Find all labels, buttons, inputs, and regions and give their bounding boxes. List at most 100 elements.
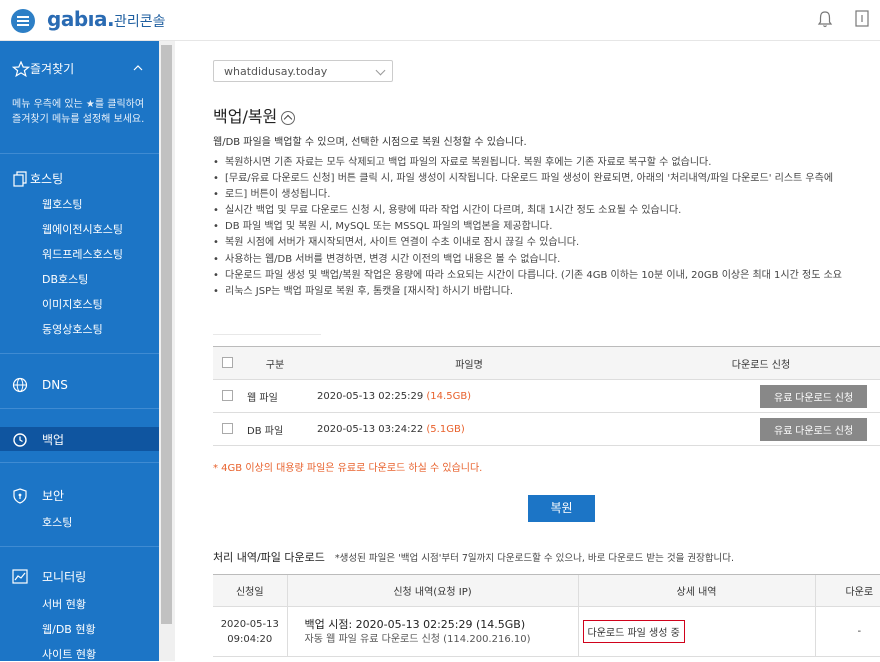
star-icon <box>12 60 30 77</box>
header-download: 다운로드 신청 <box>629 346 880 380</box>
select-all-cell <box>213 346 241 380</box>
request-date-cell: 2020-05-13 09:04:20 <box>213 606 287 657</box>
header-request: 신청 내역(요청 IP) <box>286 574 578 607</box>
sidebar-subitem-server-status[interactable]: 서버 현황 <box>42 596 86 612</box>
sidebar-item-favorites[interactable]: 즐겨찾기 <box>12 60 74 77</box>
sidebar-subitem-db-hosting[interactable]: DB호스팅 <box>42 271 88 287</box>
history-title: 처리 내역/파일 다운로드 <box>213 551 325 564</box>
row-checkbox[interactable] <box>221 423 233 435</box>
header-detail: 상세 내역 <box>577 574 815 607</box>
backup-point: 백업 시점: 2020-05-13 02:25:29 (14.5GB) <box>304 617 526 631</box>
row-select-cell <box>213 412 241 446</box>
file-size: (5.1GB) <box>426 423 465 435</box>
select-all-checkbox[interactable] <box>221 357 233 369</box>
paid-download-button[interactable]: 유료 다운로드 신청 <box>760 384 868 408</box>
header-date: 신청일 <box>213 574 287 607</box>
bell-icon[interactable] <box>817 10 833 28</box>
sidebar: 즐겨찾기 메뉴 우측에 있는 ★를 클릭하여 즐겨찾기 메뉴를 설정해 보세요.… <box>0 41 159 661</box>
sidebar-subitem-video-hosting[interactable]: 동영상호스팅 <box>42 321 103 337</box>
paid-download-button[interactable]: 유료 다운로드 신청 <box>760 417 868 441</box>
list-item: 실시간 백업 및 무료 다운로드 신청 시, 용량에 따라 작업 시간이 다르며… <box>213 203 880 219</box>
logo[interactable]: gabıa. <box>47 7 115 31</box>
backup-file-table: 구분 파일명 다운로드 신청 웹 파일 2020-05-13 02:25:29 … <box>213 346 880 446</box>
download-cell: 유료 다운로드 신청 <box>629 379 880 413</box>
chart-icon <box>12 568 28 584</box>
sidebar-item-label: 보안 <box>42 489 65 503</box>
sidebar-item-label: 모니터링 <box>42 570 87 584</box>
file-date: 2020-05-13 02:25:29 <box>317 390 424 402</box>
history-table: 신청일 신청 내역(요청 IP) 상세 내역 다운로 2020-05-13 09:… <box>213 574 880 657</box>
divider <box>0 408 159 409</box>
file-type: DB 파일 <box>241 412 309 446</box>
request-cell: 백업 시점: 2020-05-13 02:25:29 (14.5GB) 자동 웹 … <box>286 606 578 657</box>
document-icon[interactable] <box>855 10 869 28</box>
globe-icon <box>12 377 28 393</box>
table-row: DB 파일 2020-05-13 03:24:22 (5.1GB) 유료 다운로… <box>213 412 880 446</box>
file-size: (14.5GB) <box>426 390 472 402</box>
site-select-value: whatdidusay.today <box>224 65 328 78</box>
status-badge: 다운로드 파일 생성 중 <box>582 620 685 643</box>
size-note: * 4GB 이상의 대용량 파일은 유료로 다운로드 하실 수 있습니다. <box>213 463 483 474</box>
page-title: 백업/복원 <box>213 103 296 127</box>
list-item: 다운로드 파일 생성 및 백업/복원 작업은 용량에 따라 소요되는 시간이 다… <box>213 268 880 284</box>
file-type: 웹 파일 <box>241 379 309 413</box>
sidebar-item-backup[interactable]: 백업 <box>0 427 159 451</box>
sidebar-scrollbar[interactable] <box>159 41 175 661</box>
file-name-cell: 2020-05-13 02:25:29 (14.5GB) <box>309 379 629 413</box>
sidebar-subitem-web-hosting[interactable]: 웹호스팅 <box>42 196 82 212</box>
sidebar-item-label: DNS <box>42 378 68 392</box>
menu-icon[interactable] <box>11 9 35 33</box>
site-select[interactable]: whatdidusay.today <box>213 60 393 82</box>
detail-cell: 다운로드 파일 생성 중 <box>577 606 815 657</box>
page-title-text: 백업/복원 <box>213 107 278 126</box>
main-content: whatdidusay.today 백업/복원 웹/DB 파일을 백업할 수 있… <box>175 41 880 661</box>
divider <box>0 546 159 547</box>
sidebar-subitem-webdb-status[interactable]: 웹/DB 현황 <box>42 621 96 637</box>
chevron-down-icon <box>375 65 386 76</box>
row-checkbox[interactable] <box>221 390 233 402</box>
list-item: 복원하시면 기존 자료는 모두 삭제되고 백업 파일의 자료로 복원됩니다. 복… <box>213 155 880 171</box>
sidebar-subitem-wordpress-hosting[interactable]: 워드프레스호스팅 <box>42 246 123 262</box>
console-title: 관리콘솔 <box>114 14 166 30</box>
list-item: 리눅스 JSP는 백업 파일로 복원 후, 톰캣을 [재시작] 하시기 바랍니다… <box>213 284 880 300</box>
sidebar-subitem-image-hosting[interactable]: 이미지호스팅 <box>42 296 103 312</box>
sidebar-item-label: 호스팅 <box>30 172 64 186</box>
table-header: 신청일 신청 내역(요청 IP) 상세 내역 다운로 <box>213 574 880 607</box>
download-status: - <box>814 606 880 657</box>
shield-icon <box>13 487 27 504</box>
copy-icon <box>13 170 27 187</box>
favorites-note: 메뉴 우측에 있는 ★를 클릭하여 즐겨찾기 메뉴를 설정해 보세요. <box>12 99 145 125</box>
list-item: [무료/유료 다운로드 신청] 버튼 클릭 시, 파일 생성이 시작됩니다. 다… <box>213 171 880 187</box>
history-heading: 처리 내역/파일 다운로드 *생성된 파일은 '백업 시점'부터 7일까지 다운로… <box>213 549 734 565</box>
sidebar-subitem-security-hosting[interactable]: 호스팅 <box>42 514 72 530</box>
file-name-cell: 2020-05-13 03:24:22 (5.1GB) <box>309 412 629 446</box>
divider <box>0 153 159 154</box>
list-item: 사용하는 웹/DB 서버를 변경하면, 변경 시간 이전의 백업 내용은 볼 수… <box>213 252 880 268</box>
sidebar-item-security[interactable]: 보안 <box>12 487 64 504</box>
divider <box>0 462 159 463</box>
divider <box>213 334 321 335</box>
sidebar-item-monitoring[interactable]: 모니터링 <box>12 568 86 585</box>
history-note: *생성된 파일은 '백업 시점'부터 7일까지 다운로드할 수 있으나, 바로 … <box>334 553 735 564</box>
row-select-cell <box>213 379 241 413</box>
file-date: 2020-05-13 03:24:22 <box>317 423 424 435</box>
list-item: 로드] 버튼이 생성됩니다. <box>213 187 880 203</box>
header-download: 다운로 <box>814 574 880 607</box>
chevron-up-icon[interactable] <box>133 64 143 72</box>
sidebar-item-label: 백업 <box>42 433 65 447</box>
request-detail: 자동 웹 파일 유료 다운로드 신청 (114.200.216.10) <box>304 633 531 645</box>
restore-button[interactable]: 복원 <box>528 495 595 522</box>
header-type: 구분 <box>241 346 309 380</box>
notice-list: 복원하시면 기존 자료는 모두 삭제되고 백업 파일의 자료로 복원됩니다. 복… <box>213 155 880 300</box>
sidebar-subitem-agency-hosting[interactable]: 웹에이전시호스팅 <box>42 221 123 237</box>
sidebar-item-dns[interactable]: DNS <box>12 377 171 393</box>
sidebar-item-hosting[interactable]: 호스팅 <box>12 170 63 187</box>
request-time: 09:04:20 <box>227 633 273 645</box>
sidebar-item-label: 즐겨찾기 <box>30 62 75 76</box>
scrollbar-thumb[interactable] <box>161 45 172 624</box>
header-filename: 파일명 <box>309 346 629 380</box>
chevron-up-circle-icon[interactable] <box>281 111 296 125</box>
list-item: 복원 시점에 서버가 재시작되면서, 사이트 연결이 수초 이내로 잠시 끊길 … <box>213 235 880 251</box>
table-row: 웹 파일 2020-05-13 02:25:29 (14.5GB) 유료 다운로… <box>213 379 880 413</box>
sidebar-subitem-site-status[interactable]: 사이트 현황 <box>42 646 96 662</box>
